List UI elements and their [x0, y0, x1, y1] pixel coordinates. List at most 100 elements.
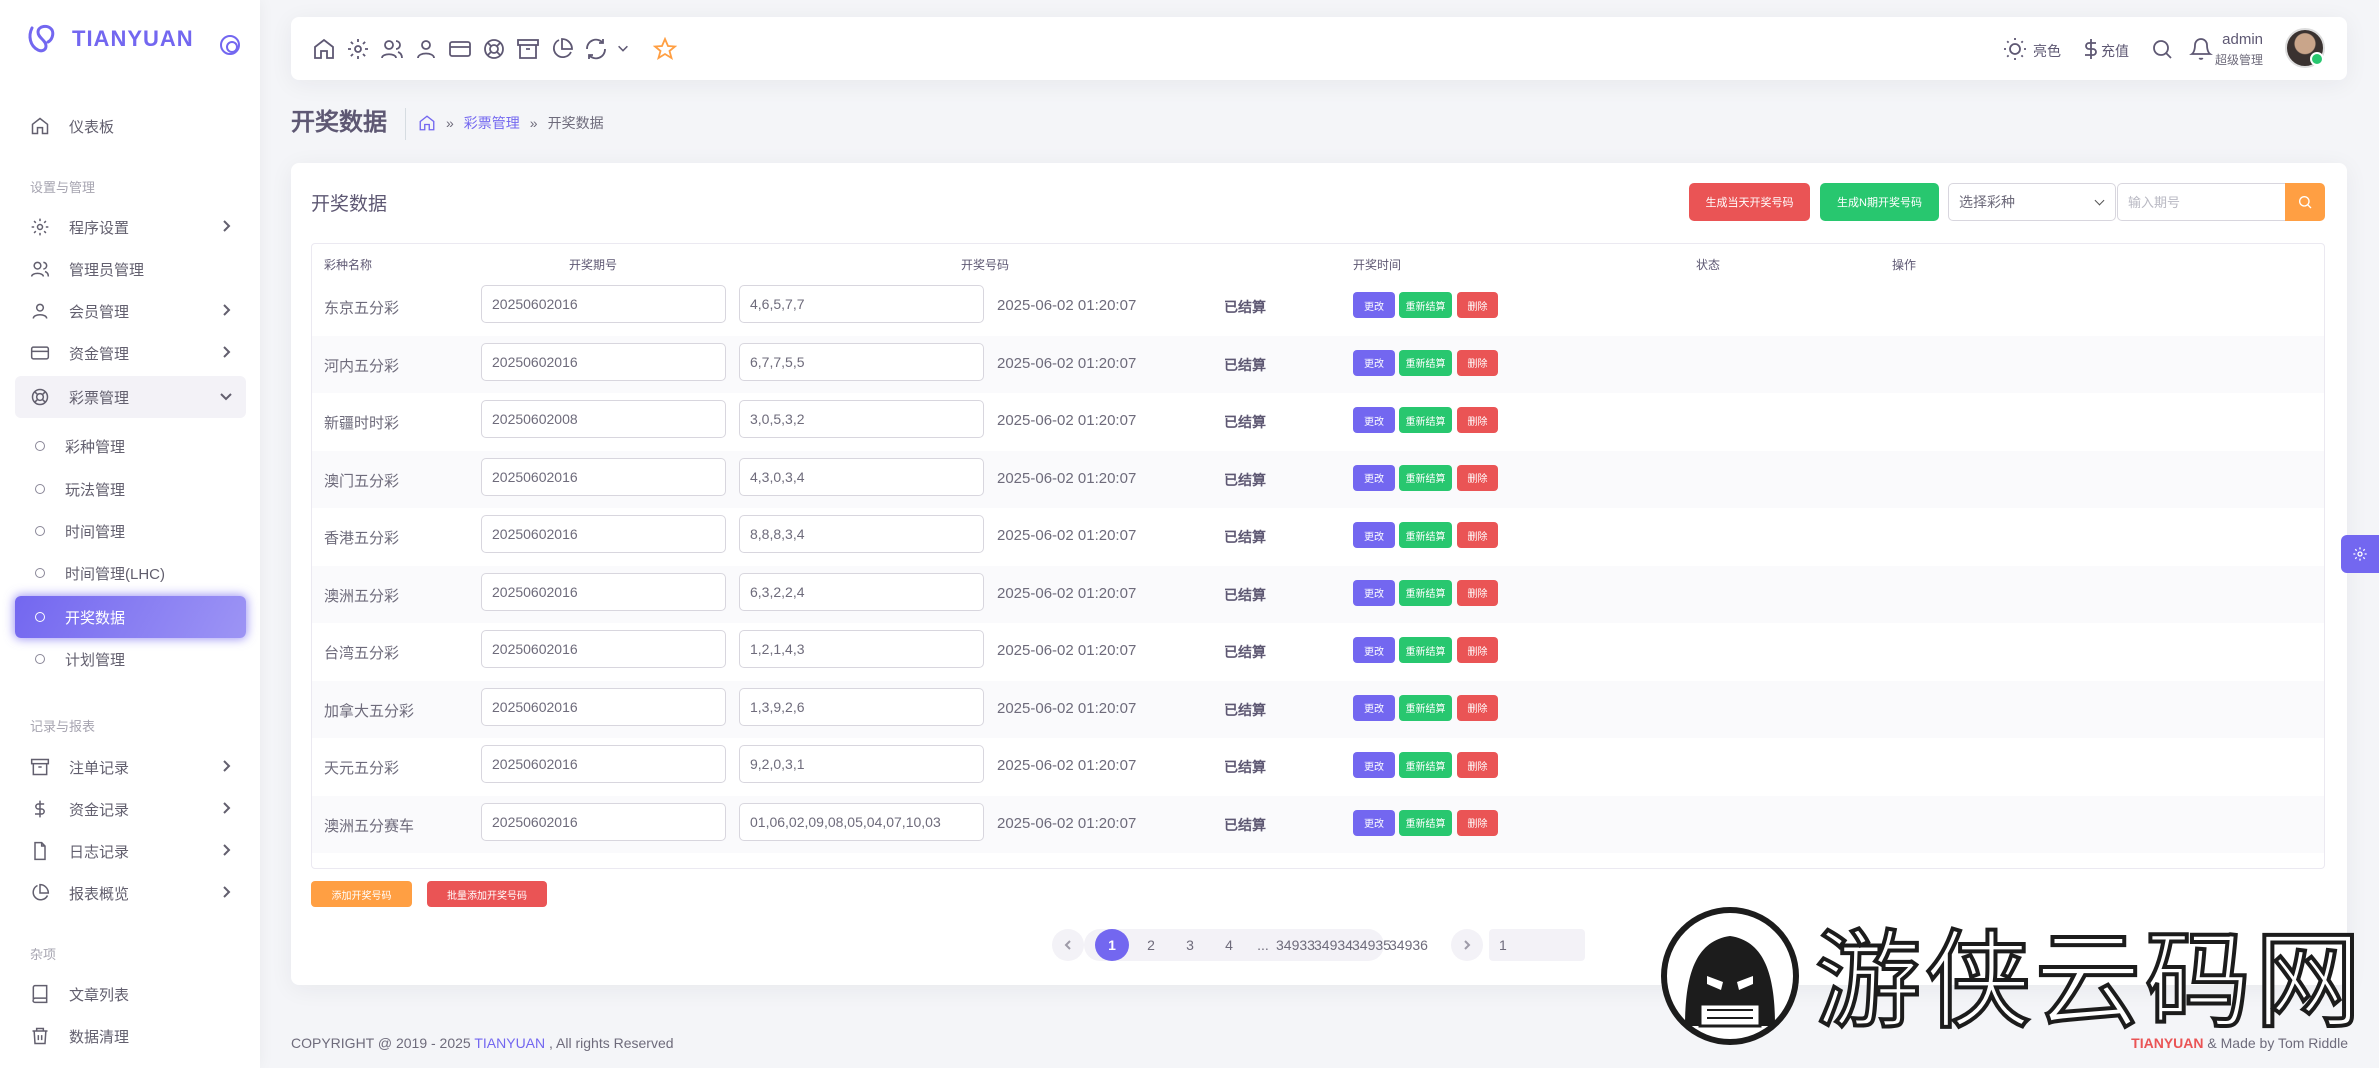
- issue-number-field[interactable]: 20250602016: [481, 342, 726, 381]
- lottery-type-select[interactable]: 选择彩种: [1948, 183, 2116, 221]
- page-jump-input[interactable]: 1: [1489, 929, 1585, 961]
- refresh-icon[interactable]: [584, 37, 608, 61]
- delete-button[interactable]: 删除: [1457, 522, 1498, 548]
- issue-number-input[interactable]: [2117, 183, 2285, 221]
- brand[interactable]: TIANYUAN: [26, 22, 194, 56]
- sidebar-item-fund-records[interactable]: 资金记录: [15, 788, 246, 830]
- home-icon[interactable]: [312, 37, 336, 61]
- delete-button[interactable]: 删除: [1457, 637, 1498, 663]
- page-button-current[interactable]: 1: [1095, 929, 1129, 961]
- sidebar-sub-lottery-types[interactable]: 彩种管理: [15, 425, 246, 467]
- draw-numbers-field[interactable]: 8,8,8,3,4: [739, 515, 984, 553]
- delete-button[interactable]: 删除: [1457, 292, 1498, 318]
- edit-button[interactable]: 更改: [1353, 464, 1395, 491]
- chevron-down-icon[interactable]: [616, 41, 630, 55]
- issue-number-field[interactable]: 20250602016: [481, 745, 726, 783]
- resettle-button[interactable]: 重新结算: [1399, 752, 1452, 778]
- delete-button[interactable]: 删除: [1457, 694, 1498, 721]
- sidebar-item-bet-records[interactable]: 注单记录: [15, 746, 246, 788]
- sidebar-sub-play-types[interactable]: 玩法管理: [15, 468, 246, 510]
- page-button[interactable]: 34934: [1314, 929, 1354, 961]
- sidebar-item-dashboard[interactable]: 仪表板: [15, 105, 246, 147]
- breadcrumb-parent-link[interactable]: 彩票管理: [464, 113, 520, 133]
- sidebar-item-articles[interactable]: 文章列表: [15, 973, 246, 1015]
- issue-number-field[interactable]: 20250602016: [481, 630, 726, 668]
- issue-number-field[interactable]: 20250602016: [481, 687, 726, 726]
- delete-button[interactable]: 删除: [1457, 752, 1498, 778]
- search-button[interactable]: [2285, 183, 2325, 221]
- sidebar-sub-plans[interactable]: 计划管理: [15, 638, 246, 680]
- sun-icon[interactable]: [2003, 37, 2027, 61]
- delete-button[interactable]: 删除: [1457, 809, 1498, 836]
- star-icon[interactable]: [652, 36, 678, 61]
- edit-button[interactable]: 更改: [1353, 579, 1395, 606]
- sidebar-item-program-settings[interactable]: 程序设置: [15, 206, 246, 248]
- generate-today-button[interactable]: 生成当天开奖号码: [1689, 183, 1810, 221]
- resettle-button[interactable]: 重新结算: [1399, 637, 1452, 663]
- edit-button[interactable]: 更改: [1353, 522, 1395, 548]
- generate-n-days-button[interactable]: 生成N期开奖号码: [1820, 183, 1939, 221]
- sidebar-collapse-toggle[interactable]: [220, 35, 240, 55]
- sidebar-sub-time-lhc[interactable]: 时间管理(LHC): [15, 552, 246, 594]
- sidebar-sub-time[interactable]: 时间管理: [15, 510, 246, 552]
- resettle-button[interactable]: 重新结算: [1399, 809, 1452, 836]
- draw-numbers-field[interactable]: 1,3,9,2,6: [739, 687, 984, 726]
- add-draw-number-button[interactable]: 添加开奖号码: [311, 881, 412, 907]
- recharge-label[interactable]: 充值: [2101, 41, 2129, 61]
- issue-number-field[interactable]: 20250602016: [481, 515, 726, 553]
- resettle-button[interactable]: 重新结算: [1399, 407, 1452, 433]
- edit-button[interactable]: 更改: [1353, 752, 1395, 778]
- lifebuoy-icon[interactable]: [482, 37, 506, 61]
- issue-number-field[interactable]: 20250602016: [481, 802, 726, 841]
- page-button[interactable]: 2: [1137, 929, 1165, 961]
- edit-button[interactable]: 更改: [1353, 637, 1395, 663]
- edit-button[interactable]: 更改: [1353, 694, 1395, 721]
- sidebar-item-members[interactable]: 会员管理: [15, 290, 246, 332]
- home-icon[interactable]: [418, 114, 436, 132]
- edit-button[interactable]: 更改: [1353, 809, 1395, 836]
- users-icon[interactable]: [380, 37, 404, 61]
- issue-number-field[interactable]: 20250602016: [481, 572, 726, 611]
- resettle-button[interactable]: 重新结算: [1399, 694, 1452, 721]
- credit-card-icon[interactable]: [448, 37, 472, 61]
- gear-icon[interactable]: [346, 37, 370, 61]
- sidebar-item-admins[interactable]: 管理员管理: [15, 248, 246, 290]
- bell-icon[interactable]: [2189, 37, 2213, 61]
- page-button[interactable]: 3: [1176, 929, 1204, 961]
- delete-button[interactable]: 删除: [1457, 407, 1498, 433]
- page-button[interactable]: 34933: [1276, 929, 1316, 961]
- resettle-button[interactable]: 重新结算: [1399, 292, 1452, 318]
- delete-button[interactable]: 删除: [1457, 349, 1498, 376]
- draw-numbers-field[interactable]: 9,2,0,3,1: [739, 745, 984, 783]
- delete-button[interactable]: 删除: [1457, 579, 1498, 606]
- resettle-button[interactable]: 重新结算: [1399, 522, 1452, 548]
- draw-numbers-field[interactable]: 01,06,02,09,08,05,04,07,10,03: [739, 802, 984, 841]
- footer-brand-link[interactable]: TIANYUAN: [474, 1035, 545, 1051]
- edit-button[interactable]: 更改: [1353, 349, 1395, 376]
- archive-icon[interactable]: [516, 37, 540, 61]
- resettle-button[interactable]: 重新结算: [1399, 349, 1452, 376]
- user-icon[interactable]: [414, 37, 438, 61]
- page-button[interactable]: 34936: [1389, 929, 1429, 961]
- avatar[interactable]: [2285, 28, 2325, 68]
- pie-chart-icon[interactable]: [550, 37, 574, 61]
- draw-numbers-field[interactable]: 6,7,7,5,5: [739, 342, 984, 381]
- pagination-prev[interactable]: [1052, 929, 1084, 961]
- edit-button[interactable]: 更改: [1353, 407, 1395, 433]
- resettle-button[interactable]: 重新结算: [1399, 579, 1452, 606]
- sidebar-item-data-cleanup[interactable]: 数据清理: [15, 1015, 246, 1057]
- page-button[interactable]: 4: [1215, 929, 1243, 961]
- sidebar-item-log-records[interactable]: 日志记录: [15, 830, 246, 872]
- theme-label[interactable]: 亮色: [2033, 41, 2061, 61]
- dollar-icon[interactable]: [2079, 37, 2103, 61]
- sidebar-sub-draw-data[interactable]: 开奖数据: [15, 596, 246, 638]
- draw-numbers-field[interactable]: 6,3,2,2,4: [739, 572, 984, 611]
- page-button[interactable]: 34935: [1352, 929, 1392, 961]
- edit-button[interactable]: 更改: [1353, 292, 1395, 318]
- issue-number-field[interactable]: 20250602016: [481, 457, 726, 496]
- pagination-next[interactable]: [1451, 929, 1483, 961]
- delete-button[interactable]: 删除: [1457, 464, 1498, 491]
- draw-numbers-field[interactable]: 1,2,1,4,3: [739, 630, 984, 668]
- draw-numbers-field[interactable]: 4,6,5,7,7: [739, 285, 984, 323]
- draw-numbers-field[interactable]: 4,3,0,3,4: [739, 457, 984, 496]
